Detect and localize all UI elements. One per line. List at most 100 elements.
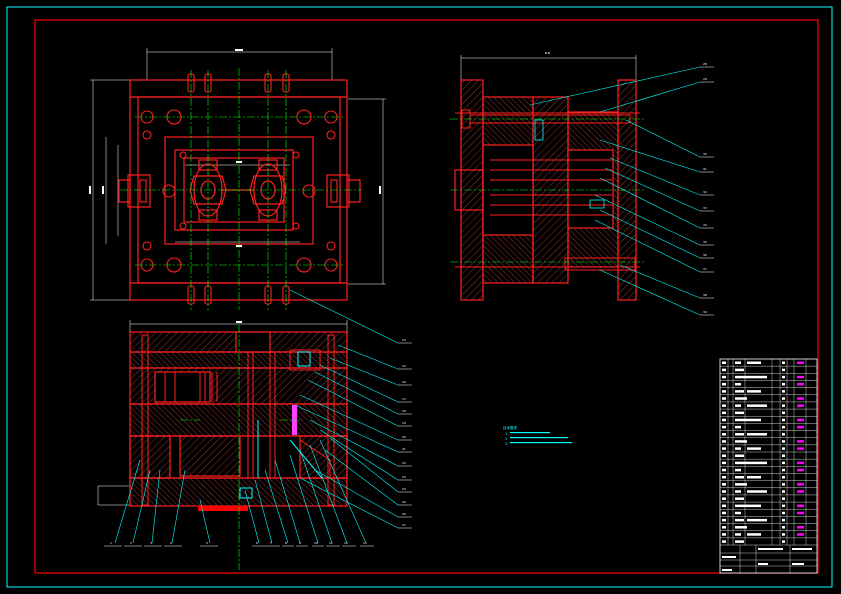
balloon-31: 31 — [703, 167, 707, 171]
parts-row-index — [722, 361, 726, 365]
balloon-17: 17 — [402, 397, 406, 401]
parts-row-spec — [747, 404, 767, 407]
parts-row-spec — [747, 447, 761, 450]
parts-row-qty — [782, 533, 785, 536]
parts-row-material — [797, 375, 804, 379]
balloon-12: 12 — [344, 541, 348, 545]
parts-row-index — [722, 397, 726, 400]
balloon-10: 10 — [314, 541, 318, 545]
balloon-21: 21 — [402, 447, 406, 451]
parts-row-qty — [782, 397, 785, 400]
parts-row-index — [722, 497, 726, 500]
balloon-39: 39 — [703, 310, 707, 314]
balloon-20: 20 — [402, 435, 406, 439]
parts-row-name — [735, 504, 747, 508]
parts-row-qty — [782, 368, 785, 372]
tech-note-2: 2. — [505, 437, 508, 441]
parts-row-qty — [782, 382, 785, 386]
parts-row-qty — [782, 454, 785, 458]
parts-row-material — [797, 361, 804, 365]
tech-notes-title: 技术要求 — [503, 425, 517, 430]
parts-row-material — [797, 418, 804, 422]
balloon-16: 16 — [402, 380, 406, 384]
parts-row-index — [722, 404, 726, 407]
balloon-6: 6 — [256, 541, 258, 545]
parts-row-index — [722, 483, 726, 486]
balloon-33: 33 — [703, 206, 707, 210]
balloon-7: 7 — [270, 541, 272, 545]
parts-row-spec — [747, 418, 761, 422]
parts-row-qty — [782, 526, 785, 529]
parts-row-index — [722, 504, 726, 508]
parts-row-spec — [747, 461, 767, 465]
parts-row-name — [735, 433, 744, 436]
balloon-8: 8 — [285, 541, 287, 545]
title-block-text — [722, 556, 736, 558]
parts-row-qty — [782, 411, 785, 415]
parts-row-material — [797, 447, 804, 450]
parts-row-name — [735, 454, 744, 458]
parts-row-name — [735, 404, 741, 407]
balloon-37: 37 — [703, 267, 707, 271]
parts-row-material — [797, 382, 804, 386]
parts-row-name — [735, 468, 741, 472]
balloon-25: 25 — [402, 500, 406, 504]
parts-row-spec — [747, 433, 767, 436]
balloon-9: 9 — [299, 541, 301, 545]
parts-row-index — [722, 418, 726, 422]
parts-row-name — [735, 361, 741, 365]
parts-row-index — [722, 390, 726, 393]
balloon-24: 24 — [402, 487, 406, 491]
balloon-34: 34 — [703, 223, 707, 227]
tech-note-1: 1. — [505, 432, 508, 436]
balloon-22: 22 — [402, 461, 406, 465]
tech-note-3: 3. — [505, 442, 508, 446]
balloon-14: 14 — [402, 338, 406, 342]
balloon-5: 5 — [206, 541, 208, 545]
parts-row-material — [797, 404, 804, 407]
parts-row-name — [735, 461, 747, 465]
parts-row-name — [735, 447, 741, 450]
parts-row-index — [722, 382, 726, 386]
balloon-3: 3 — [150, 541, 152, 545]
parts-row-qty — [782, 425, 785, 429]
parts-row-index — [722, 425, 726, 429]
parts-row-name — [735, 483, 747, 486]
parts-row-index — [722, 411, 726, 415]
balloon-29: 29 — [703, 77, 707, 81]
parts-row-spec — [747, 475, 761, 479]
parts-row-spec — [747, 375, 767, 379]
parts-row-qty — [782, 461, 785, 465]
parts-row-name — [735, 475, 744, 479]
parts-row-qty — [782, 375, 785, 379]
parts-row-index — [722, 518, 726, 522]
parts-row-material — [797, 440, 804, 443]
title-block-text — [758, 563, 768, 565]
parts-row-name — [735, 368, 744, 372]
parts-row-name — [735, 518, 744, 522]
parts-row-index — [722, 375, 726, 379]
parts-row-material — [797, 504, 804, 508]
balloon-28: 28 — [703, 62, 707, 66]
parts-row-name — [735, 533, 741, 536]
parts-row-material — [797, 468, 804, 472]
balloon-26: 26 — [402, 512, 406, 516]
parts-row-index — [722, 454, 726, 458]
parts-row-qty — [782, 490, 785, 493]
parts-row-material — [797, 490, 804, 493]
parts-row-qty — [782, 511, 785, 515]
parts-row-name — [735, 375, 747, 379]
parts-row-qty — [782, 404, 785, 407]
parts-row-qty — [782, 390, 785, 393]
parts-row-name — [735, 418, 747, 422]
parts-row-material — [797, 425, 804, 429]
parts-row-name — [735, 540, 744, 543]
parts-row-qty — [782, 497, 785, 500]
balloon-38: 38 — [703, 293, 707, 297]
balloon-13: 13 — [363, 541, 367, 545]
parts-row-qty — [782, 518, 785, 522]
parts-row-qty — [782, 440, 785, 443]
parts-row-spec — [747, 504, 761, 508]
parts-row-index — [722, 526, 726, 529]
parts-row-spec — [747, 533, 761, 536]
